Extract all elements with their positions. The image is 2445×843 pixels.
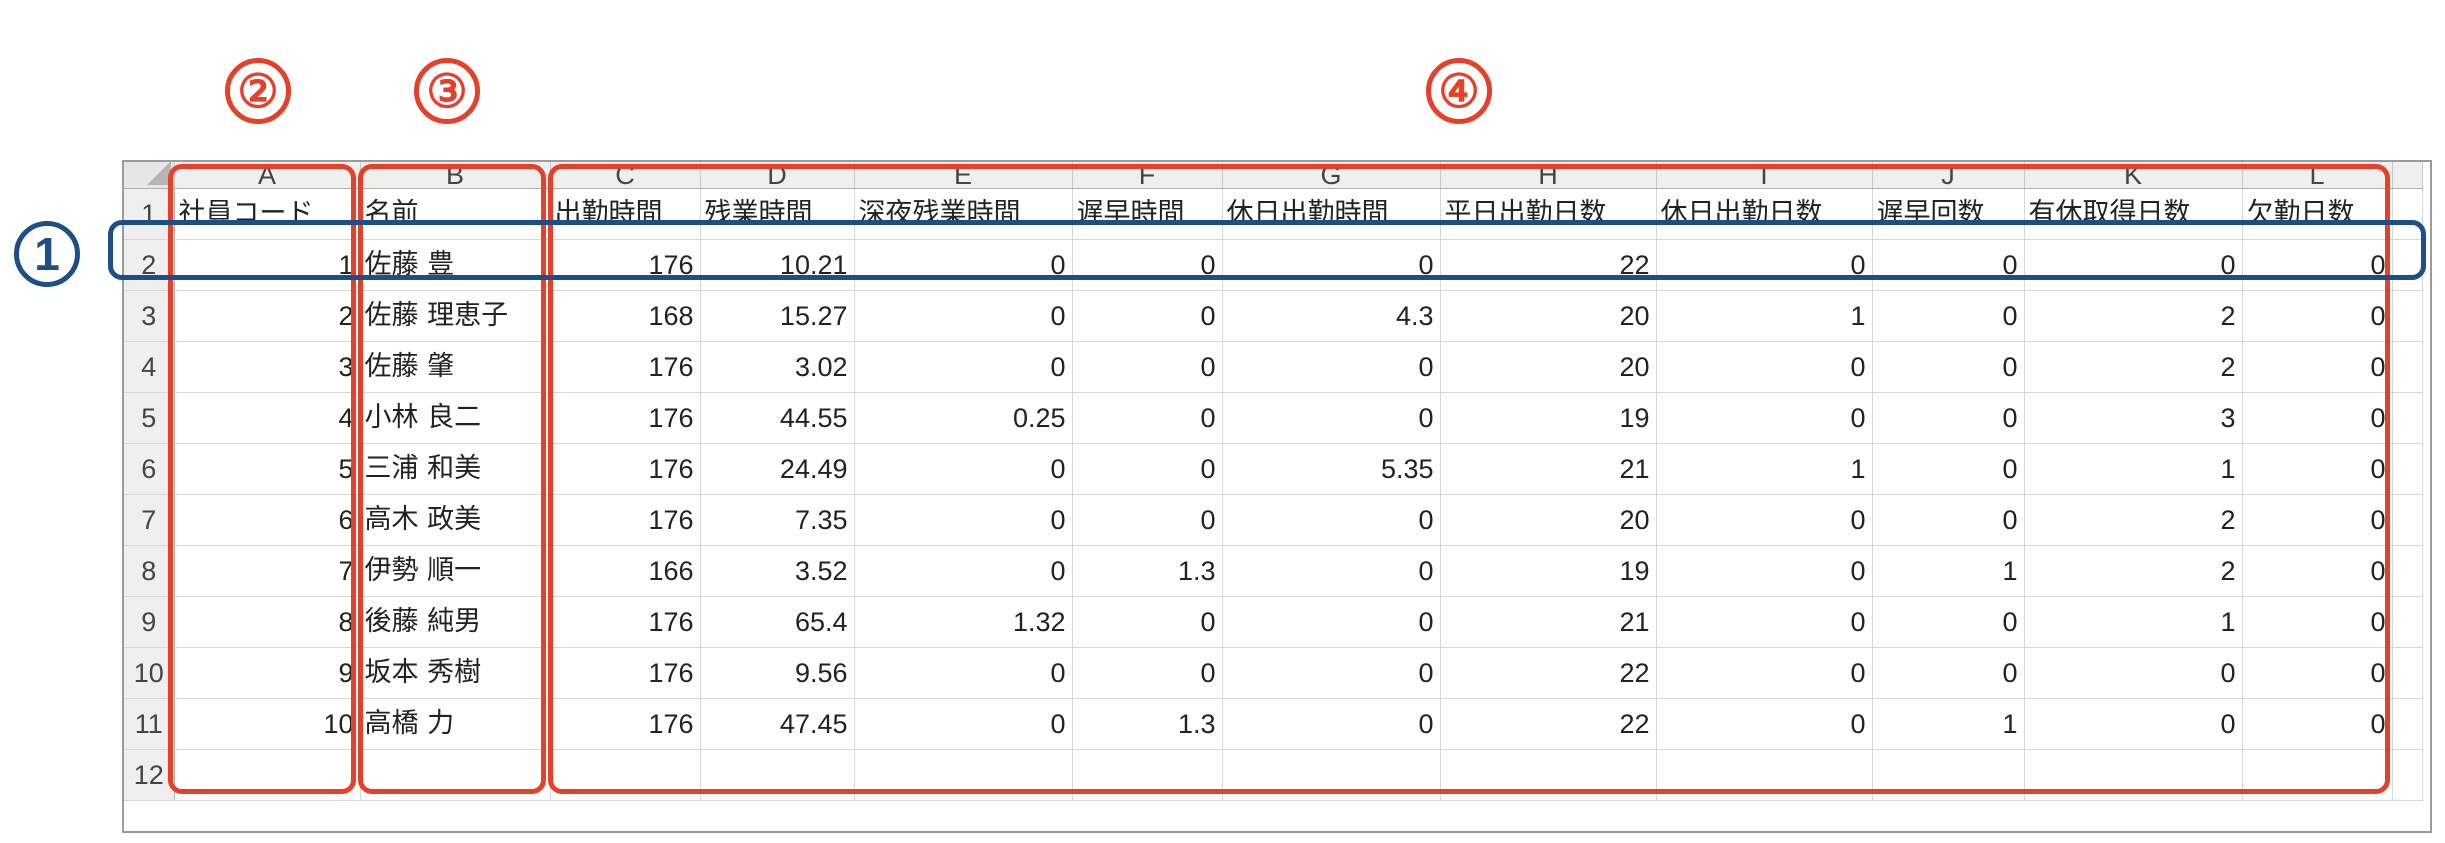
cell[interactable] (2392, 647, 2423, 699)
row-header[interactable]: 7 (124, 494, 175, 546)
cell[interactable] (2392, 494, 2423, 546)
row-header[interactable]: 8 (124, 545, 175, 597)
row-header[interactable]: 4 (124, 341, 175, 393)
cell[interactable] (2392, 443, 2423, 495)
cell[interactable] (2392, 698, 2423, 750)
annotation-marker-4: ④ (1426, 58, 1492, 124)
annotation-box-header-row (108, 220, 2426, 280)
row-header[interactable]: 12 (124, 749, 175, 801)
column-header-overflow[interactable] (2392, 162, 2423, 189)
cell[interactable] (2392, 545, 2423, 597)
cell[interactable] (2392, 596, 2423, 648)
row-header[interactable]: 5 (124, 392, 175, 444)
row-header[interactable]: 10 (124, 647, 175, 699)
row-header[interactable]: 6 (124, 443, 175, 495)
cell[interactable] (2392, 341, 2423, 393)
row-header[interactable]: 9 (124, 596, 175, 648)
cell[interactable] (2392, 749, 2423, 801)
cell[interactable] (2392, 290, 2423, 342)
select-all-corner[interactable] (124, 162, 175, 189)
row-header[interactable]: 11 (124, 698, 175, 750)
annotation-marker-2: ② (225, 58, 291, 124)
row-header[interactable]: 3 (124, 290, 175, 342)
annotation-marker-1: 1 (14, 221, 80, 287)
cell[interactable] (2392, 392, 2423, 444)
annotation-marker-3: ③ (414, 58, 480, 124)
